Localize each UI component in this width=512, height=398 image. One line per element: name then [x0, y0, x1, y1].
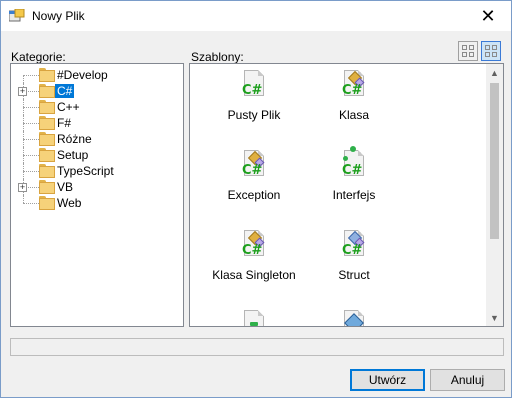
tree-item[interactable]: TypeScript: [11, 163, 183, 179]
folder-icon: [39, 68, 55, 82]
template-item-label: Klasa: [338, 108, 370, 122]
title-bar: Nowy Plik ✕: [1, 1, 511, 31]
close-icon: ✕: [480, 5, 496, 26]
tree-item-label: F#: [57, 116, 72, 130]
tree-item-label: C#: [55, 84, 75, 98]
large-icons-view-button[interactable]: [458, 41, 478, 61]
tree-item-label: C++: [57, 100, 80, 114]
folder-icon: [39, 84, 55, 98]
template-item[interactable]: [204, 310, 304, 326]
new-file-app-icon: [9, 9, 25, 22]
template-item[interactable]: C# Pusty Plik: [204, 70, 304, 122]
tree-item[interactable]: C++: [11, 99, 183, 115]
tree-item[interactable]: F#: [11, 115, 183, 131]
create-button[interactable]: Utwórz: [350, 369, 425, 391]
template-item-label: Struct: [338, 268, 370, 282]
templates-scrollbar[interactable]: ▲ ▼: [486, 64, 503, 326]
template-item[interactable]: C# Interfejs: [304, 146, 404, 202]
template-item-label: Pusty Plik: [227, 108, 281, 122]
csharp-class-icon: C#: [242, 150, 266, 182]
template-item-label: Exception: [227, 188, 281, 202]
tree-item-label: Różne: [57, 132, 92, 146]
template-item[interactable]: [304, 310, 404, 326]
csharp-web-icon: [342, 310, 366, 326]
csharp-partial-icon: [242, 310, 266, 326]
folder-icon: [39, 132, 55, 146]
large-icons-view-icon: [462, 45, 474, 57]
categories-tree[interactable]: #Develop + C# C++ F# Różne Setup TypeScript + VB W…: [10, 63, 184, 327]
small-icons-view-icon: [485, 45, 497, 57]
csharp-file-icon: C#: [242, 70, 266, 102]
folder-icon: [39, 100, 55, 114]
csharp-interface-icon: C#: [342, 146, 366, 182]
folder-icon: [39, 116, 55, 130]
template-item-label: Interfejs: [332, 188, 376, 202]
csharp-class-icon: C#: [342, 70, 366, 102]
template-item[interactable]: C# Struct: [304, 230, 404, 282]
close-button[interactable]: ✕: [465, 1, 511, 31]
new-file-dialog: Nowy Plik ✕ Kategorie: Szablony: #Develo…: [0, 0, 512, 398]
template-item-label: Klasa Singleton: [212, 268, 296, 282]
tree-item[interactable]: Setup: [11, 147, 183, 163]
tree-item[interactable]: Różne: [11, 131, 183, 147]
tree-item-label: TypeScript: [57, 164, 114, 178]
categories-label: Kategorie:: [11, 50, 66, 64]
tree-item-label: #Develop: [57, 68, 108, 82]
tree-item-label: Setup: [57, 148, 89, 162]
tree-item[interactable]: Web: [11, 195, 183, 211]
expand-icon[interactable]: +: [18, 87, 27, 96]
folder-icon: [39, 180, 55, 194]
template-item[interactable]: C# Klasa Singleton: [204, 230, 304, 282]
folder-icon: [39, 196, 55, 210]
scrollbar-thumb[interactable]: [490, 83, 499, 239]
small-icons-view-button[interactable]: [481, 41, 501, 61]
csharp-class-icon: C#: [242, 230, 266, 262]
templates-label: Szablony:: [191, 50, 244, 64]
cancel-button[interactable]: Anuluj: [430, 369, 505, 391]
folder-icon: [39, 164, 55, 178]
scroll-up-icon[interactable]: ▲: [486, 64, 503, 81]
expand-icon[interactable]: +: [18, 183, 27, 192]
window-title: Nowy Plik: [32, 9, 85, 23]
tree-item[interactable]: + VB: [11, 179, 183, 195]
csharp-struct-icon: C#: [342, 230, 366, 262]
tree-item-label: Web: [57, 196, 82, 210]
tree-item[interactable]: + C#: [11, 83, 183, 99]
scroll-down-icon[interactable]: ▼: [486, 309, 503, 326]
template-description-box: [10, 338, 504, 356]
template-item[interactable]: C# Exception: [204, 150, 304, 202]
tree-item-label: VB: [57, 180, 74, 194]
folder-icon: [39, 148, 55, 162]
templates-list[interactable]: C# Struct C# Klasa Singleton C# Interfejs C# Ex…: [189, 63, 504, 327]
template-item[interactable]: C# Klasa: [304, 70, 404, 122]
tree-item[interactable]: #Develop: [11, 67, 183, 91]
